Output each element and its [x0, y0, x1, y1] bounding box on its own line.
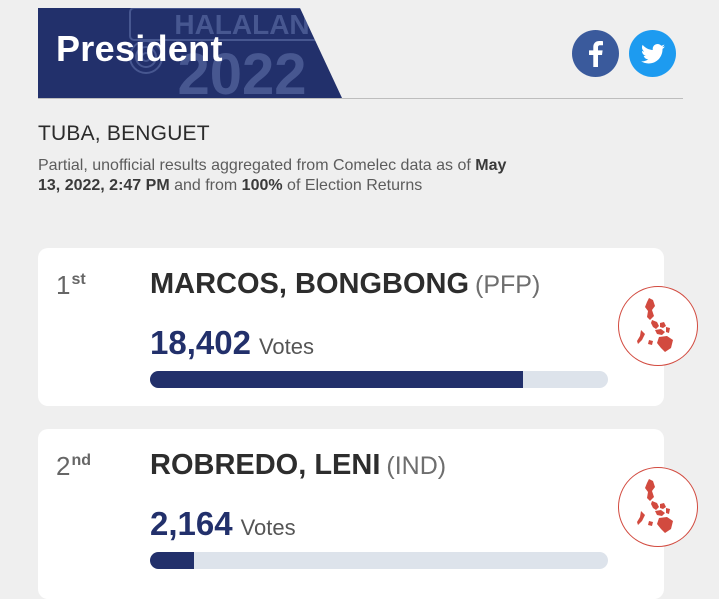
candidate-party: (IND): [386, 452, 447, 480]
vote-count: 18,402 Votes: [150, 326, 314, 359]
philippines-map-icon[interactable]: [618, 286, 698, 366]
header-banner: HALALAN 2022 President: [38, 8, 342, 98]
vote-number: 18,402: [150, 324, 251, 361]
page-title: President: [56, 28, 223, 69]
meta-middle: and from: [169, 177, 242, 194]
header-divider: [38, 98, 683, 99]
votes-label: Votes: [258, 334, 314, 359]
candidate-rank: 1st: [56, 270, 86, 300]
philippines-map-icon-graphic: [637, 298, 673, 352]
candidate-card[interactable]: 1st MARCOS, BONGBONG (PFP) 18,402 Votes: [38, 248, 698, 406]
votes-label: Votes: [240, 515, 296, 540]
facebook-icon: [588, 40, 603, 67]
philippines-map-icon[interactable]: [618, 467, 698, 547]
vote-number: 2,164: [150, 505, 233, 542]
results-disclaimer: Partial, unofficial results aggregated f…: [38, 156, 508, 196]
vote-progress-fill: [150, 371, 524, 388]
candidate-rank: 2nd: [56, 451, 92, 481]
facebook-share-button[interactable]: [572, 30, 619, 77]
philippines-map-icon-graphic: [637, 479, 673, 533]
vote-progress-bar: [150, 371, 608, 388]
candidate-card[interactable]: 2nd ROBREDO, LENI (IND) 2,164 Votes: [38, 429, 698, 599]
candidate-name: ROBREDO, LENI (IND): [150, 449, 447, 481]
vote-progress-bar: [150, 552, 608, 569]
vote-progress-fill: [150, 552, 194, 569]
meta-prefix: Partial, unofficial results aggregated f…: [38, 157, 476, 174]
twitter-icon: [640, 43, 665, 63]
candidate-party: (PFP): [475, 271, 541, 299]
meta-percent: 100%: [241, 177, 283, 194]
twitter-share-button[interactable]: [629, 30, 676, 77]
meta-suffix: of Election Returns: [282, 177, 423, 194]
location-title: TUBA, BENGUET: [38, 122, 210, 145]
vote-count: 2,164 Votes: [150, 507, 296, 540]
candidate-name: MARCOS, BONGBONG (PFP): [150, 268, 541, 300]
